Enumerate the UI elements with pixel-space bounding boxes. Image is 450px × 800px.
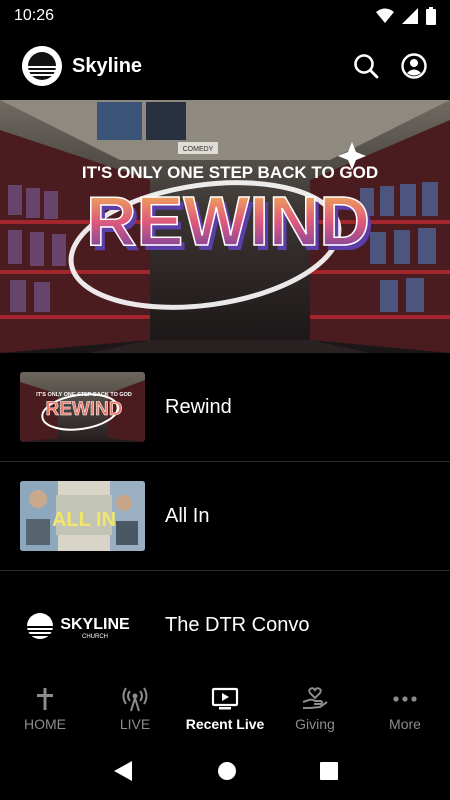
svg-text:IT'S ONLY ONE STEP BACK TO GOD: IT'S ONLY ONE STEP BACK TO GOD [36,392,132,398]
account-icon[interactable] [400,52,428,80]
app-title: Skyline [72,54,143,77]
list-item-title: The DTR Convo [165,614,310,636]
tv-play-icon [211,687,239,710]
list-item-title: All In [165,504,210,527]
system-nav-bar [0,742,450,800]
hero-banner[interactable]: COMEDY IT'S ONLY ONE STEP BACK TO GOD RE… [0,100,450,353]
nav-home[interactable]: HOME [0,676,90,742]
home-icon[interactable] [217,761,237,781]
nav-more-label: More [389,716,421,732]
recents-icon[interactable] [320,762,339,780]
more-dots-icon [393,696,417,702]
search-icon[interactable] [352,52,380,80]
nav-more[interactable]: More [360,676,450,742]
thumbnail-dtr-convo: SKYLINE CHURCH [20,590,145,661]
skyline-logo [22,46,62,86]
back-icon[interactable] [112,760,134,782]
nav-live-label: LIVE [119,716,151,732]
svg-text:ALL IN: ALL IN [52,509,116,531]
nav-live[interactable]: LIVE [90,676,180,742]
broadcast-icon [122,687,148,712]
nav-home-label: HOME [24,716,66,732]
nav-recent-live-label: Recent Live [185,716,265,732]
svg-text:SKYLINE: SKYLINE [60,616,130,633]
cross-icon [37,688,53,710]
recent-live-list: IT'S ONLY ONE STEP BACK TO GOD REWIND Re… [0,353,450,680]
wifi-icon [376,8,394,23]
nav-giving-label: Giving [295,716,335,732]
svg-text:CHURCH: CHURCH [82,634,108,640]
hero-sign: COMEDY [183,146,214,153]
hand-heart-icon [302,687,328,709]
list-item[interactable]: SKYLINE CHURCH The DTR Convo [0,571,450,680]
thumbnail-rewind: IT'S ONLY ONE STEP BACK TO GOD REWIND [20,372,145,442]
thumbnail-all-in: ALL IN [20,481,145,551]
signal-icon [402,8,418,24]
battery-icon [426,7,436,25]
status-time: 10:26 [14,7,55,24]
nav-recent-live[interactable]: Recent Live [180,676,270,742]
nav-giving[interactable]: Giving [270,676,360,742]
hero-title: REWIND [86,182,370,260]
status-bar: 10:26 [0,0,450,32]
bottom-nav: HOME LIVE Recent Live Giving More [0,676,450,742]
app-bar: Skyline [0,32,450,100]
list-item-title: Rewind [165,395,232,418]
list-item[interactable]: IT'S ONLY ONE STEP BACK TO GOD REWIND Re… [0,353,450,462]
svg-text:REWIND: REWIND [45,399,122,420]
status-icons [376,7,436,25]
list-item[interactable]: ALL IN All In [0,462,450,571]
hero-tagline: IT'S ONLY ONE STEP BACK TO GOD [82,163,378,182]
